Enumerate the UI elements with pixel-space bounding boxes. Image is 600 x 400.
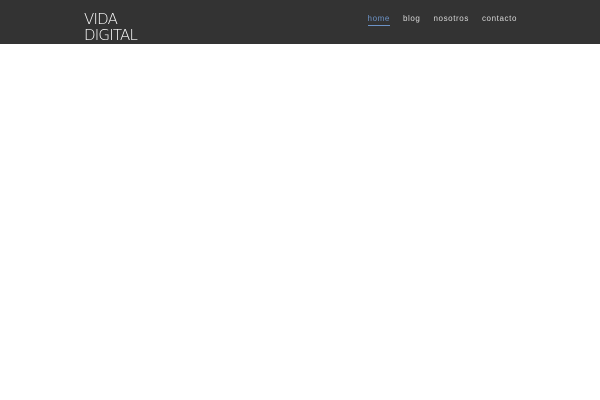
main-nav: home blog nosotros contacto <box>367 14 517 26</box>
nav-contacto-link[interactable]: contacto <box>482 14 517 26</box>
logo-line-1: VIDA <box>84 10 118 28</box>
nav-nosotros-link[interactable]: nosotros <box>433 14 468 26</box>
site-logo[interactable]: VIDA DIGITAL <box>84 10 138 44</box>
site-header: VIDA DIGITAL home blog nosotros contacto <box>0 0 600 44</box>
nav-blog-link[interactable]: blog <box>403 14 421 26</box>
logo-line-2: DIGITAL <box>84 26 138 44</box>
main-content <box>0 44 600 400</box>
nav-home-link[interactable]: home <box>367 14 390 26</box>
